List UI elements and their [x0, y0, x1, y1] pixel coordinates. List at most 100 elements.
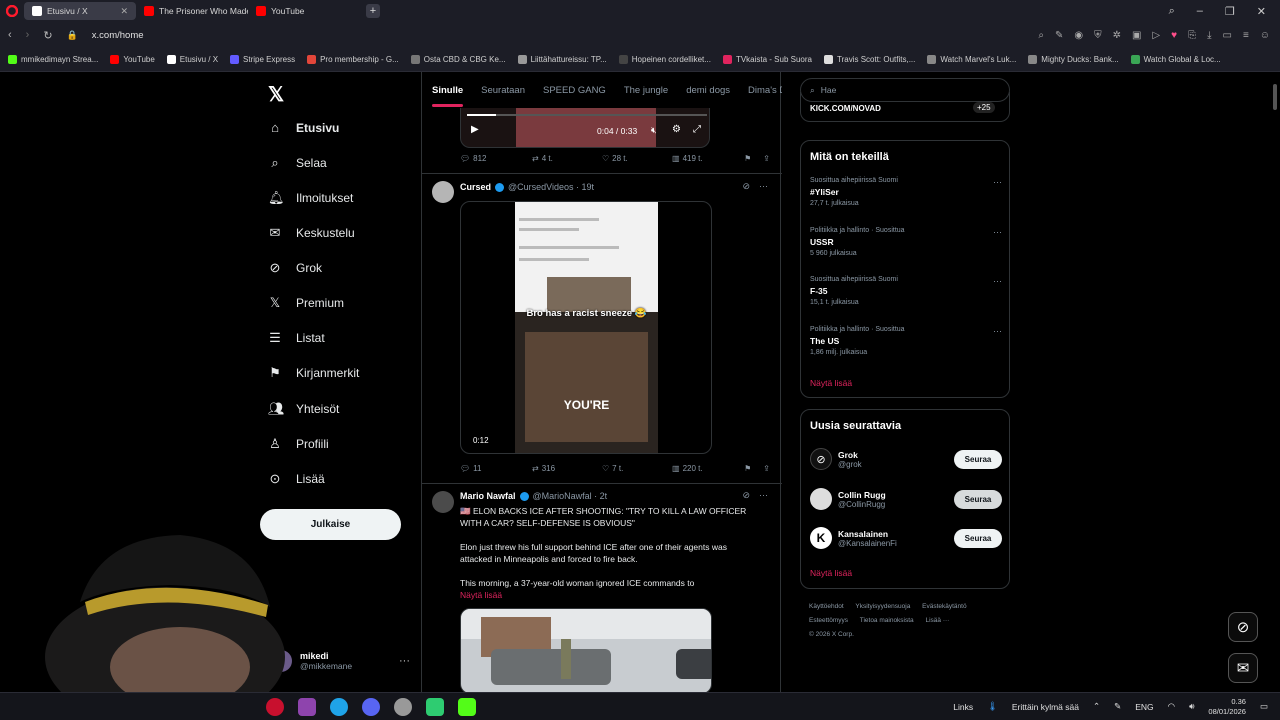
nav-item-communities[interactable]: 👥︎ Yhteisöt	[268, 401, 339, 417]
weather-text[interactable]: Erittäin kylmä sää	[1012, 702, 1079, 712]
bookmark-item[interactable]: Watch Marvel's Luk...	[927, 55, 1016, 64]
forward-icon[interactable]: ›	[26, 29, 30, 41]
tab-x-home[interactable]: Etusivu / X ✕	[24, 2, 136, 20]
kick-icon[interactable]	[458, 697, 476, 716]
nav-item-notifications[interactable]: 🔔︎ Ilmoitukset	[268, 190, 353, 206]
repost-button[interactable]: ⇄ 4 t.	[532, 154, 602, 163]
photos-icon[interactable]	[298, 697, 316, 716]
tab-list[interactable]: The jungle	[624, 85, 668, 96]
play-icon[interactable]: ▷	[1152, 30, 1160, 41]
nav-item-messages[interactable]: ✉ Keskustelu	[268, 225, 355, 241]
extension-icon[interactable]: ✲	[1113, 30, 1121, 41]
video-progress[interactable]	[467, 114, 707, 116]
nav-item-grok[interactable]: ⊘ Grok	[268, 260, 322, 276]
mute-icon[interactable]: 🔇︎	[651, 125, 657, 136]
follow-button[interactable]: Seuraa	[954, 449, 1002, 469]
repost-button[interactable]: ⇄ 316	[532, 464, 602, 473]
video-player[interactable]: ▶ 0:04 / 0:33 🔇︎ ⚙ ⤢	[460, 108, 710, 148]
tab-list[interactable]: demi dogs	[686, 85, 730, 96]
trend-item[interactable]: Politiikka ja hallinto · Suosittua The U…	[810, 326, 1002, 356]
nav-item-explore[interactable]: ⌕ Selaa	[268, 155, 326, 171]
more-icon[interactable]: ···	[759, 490, 768, 501]
search-icon[interactable]: ⌕	[1169, 5, 1175, 18]
settings-icon[interactable]: ⚙	[672, 124, 681, 135]
messages-float-button[interactable]: ✉	[1228, 653, 1258, 683]
nav-item-profile[interactable]: ♙ Profiili	[268, 436, 329, 452]
more-icon[interactable]: ···	[759, 181, 768, 192]
more-icon[interactable]: ···	[993, 227, 1002, 237]
back-icon[interactable]: ‹	[8, 29, 12, 41]
close-icon[interactable]: ✕	[120, 6, 128, 17]
search-input[interactable]: Hae	[821, 85, 837, 95]
bookmark-icon[interactable]: ⚑	[744, 464, 751, 473]
camera-icon[interactable]: ◉	[1074, 30, 1083, 41]
scrollbar[interactable]	[1273, 84, 1277, 110]
suggested-account[interactable]: ⊘ Grok @grok Seuraa	[810, 448, 1002, 470]
profile-icon[interactable]: ☺	[1260, 30, 1270, 41]
author-handle[interactable]: @CursedVideos · 19t	[508, 182, 594, 192]
show-more-link[interactable]: Näytä lisää	[810, 378, 852, 388]
bookmark-item[interactable]: Stripe Express	[230, 55, 295, 64]
like-button[interactable]: ♡ 28 t.	[602, 154, 672, 163]
play-icon[interactable]: ▶	[471, 124, 479, 135]
share-icon[interactable]: ⇪	[763, 154, 770, 163]
chevron-up-icon[interactable]: ⌃	[1093, 701, 1100, 712]
opera-icon[interactable]	[266, 697, 284, 716]
edge-icon[interactable]	[330, 697, 348, 716]
nav-item-bookmarks[interactable]: ⚑ Kirjanmerkit	[268, 365, 359, 381]
wallet-icon[interactable]: ▭	[1222, 30, 1231, 41]
language-indicator[interactable]: ENG	[1135, 702, 1153, 712]
like-button[interactable]: ♡ 7 t.	[602, 464, 672, 473]
author-name[interactable]: Cursed	[460, 182, 491, 192]
links-toolbar[interactable]: Links	[953, 702, 973, 712]
bookmark-item[interactable]: Liittähattureissu: TP...	[517, 55, 607, 64]
follow-button[interactable]: Seuraa	[954, 528, 1002, 548]
nav-item-premium[interactable]: 𝕏 Premium	[268, 295, 344, 311]
bookmark-item[interactable]: mmikedimayn Strea...	[8, 55, 98, 64]
reply-button[interactable]: 💬︎ 11	[460, 464, 532, 473]
views-button[interactable]: ▥ 220 t.	[672, 464, 738, 473]
snapshot-icon[interactable]: ⎘	[1188, 30, 1196, 41]
reply-button[interactable]: 💬︎ 812	[460, 154, 532, 163]
suggested-account[interactable]: Collin Rugg @CollinRugg Seuraa	[810, 488, 1002, 510]
bookmark-item[interactable]: Watch Global & Loc...	[1130, 55, 1221, 64]
tab-list[interactable]: Dima's Di	[748, 85, 782, 96]
tab-prisoner[interactable]: The Prisoner Who Made t	[136, 2, 248, 20]
tab-list[interactable]: SPEED GANG	[543, 85, 606, 96]
x-logo-icon[interactable]: 𝕏	[268, 82, 284, 107]
bookmark-icon[interactable]: ⚑	[744, 154, 751, 163]
notification-icon[interactable]: ▭	[1260, 701, 1268, 712]
post-image[interactable]	[460, 608, 712, 692]
tab-for-you[interactable]: Sinulle	[432, 85, 464, 107]
bookmark-item[interactable]: Osta CBD & CBG Ke...	[410, 55, 506, 64]
shield-icon[interactable]: ⛨	[1094, 30, 1102, 41]
bookmark-item[interactable]: Mighty Ducks: Bank...	[1028, 55, 1119, 64]
opera-logo-icon[interactable]	[0, 5, 24, 17]
tab-following[interactable]: Seurataan	[481, 85, 525, 96]
bookmark-item[interactable]: Hopeinen cordelliket...	[618, 55, 711, 64]
maximize-icon[interactable]: ❐	[1225, 5, 1235, 18]
minimize-icon[interactable]: –	[1197, 5, 1203, 18]
trend-item[interactable]: Politiikka ja hallinto · Suosittua USSR …	[810, 227, 1002, 257]
menu-icon[interactable]: ≡	[1243, 30, 1249, 41]
grok-icon[interactable]: ⊘	[742, 490, 750, 501]
show-more-link[interactable]: Näytä lisää	[460, 589, 760, 601]
grok-icon[interactable]: ⊘	[742, 181, 750, 192]
more-icon[interactable]: ···	[399, 655, 410, 667]
url-field[interactable]: x.com/home	[92, 30, 144, 41]
views-button[interactable]: ▥ 419 t.	[672, 154, 738, 163]
bookmark-item[interactable]: YouTube	[110, 55, 155, 64]
tab-youtube[interactable]: YouTube	[248, 2, 360, 20]
volume-icon[interactable]: 🔊︎	[1189, 701, 1194, 712]
follow-button[interactable]: Seuraa	[954, 489, 1002, 509]
grok-float-button[interactable]: ⊘	[1228, 612, 1258, 642]
fullscreen-icon[interactable]: ⤢	[693, 124, 701, 135]
nav-item-home[interactable]: ⌂ Etusivu	[268, 120, 339, 135]
reload-icon[interactable]: ↻	[43, 29, 52, 42]
show-more-link[interactable]: Näytä lisää	[810, 568, 852, 578]
author-handle[interactable]: @MarioNawfal · 2t	[533, 491, 608, 501]
author-name[interactable]: Mario Nawfal	[460, 491, 516, 501]
download-icon[interactable]: ⤓	[1207, 30, 1211, 41]
more-icon[interactable]: ···	[993, 326, 1002, 336]
trend-item[interactable]: Suosittua aihepiirissä Suomi F-35 15,1 t…	[810, 276, 1002, 306]
